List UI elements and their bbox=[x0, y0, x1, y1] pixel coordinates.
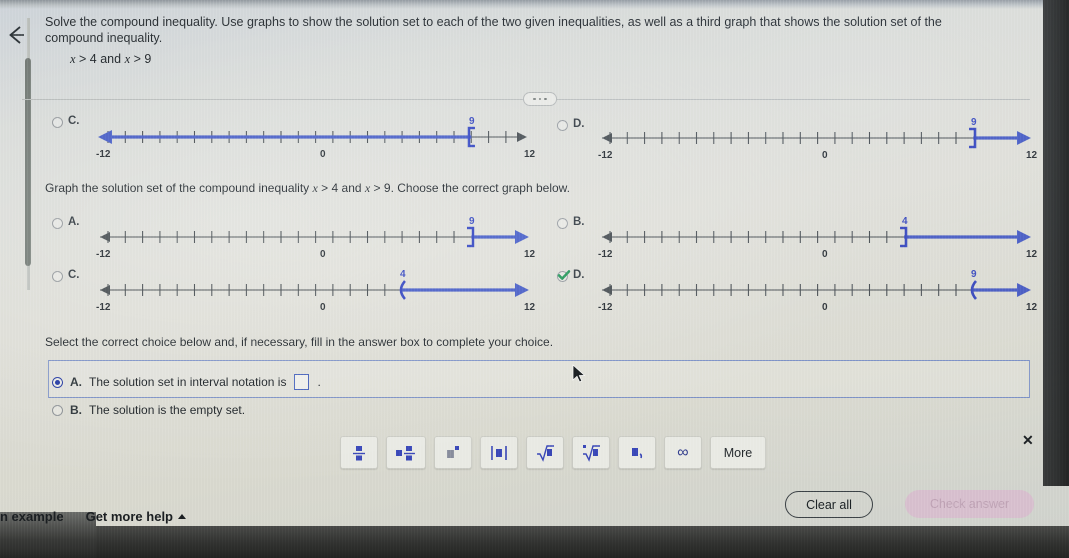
caret-up-icon bbox=[178, 514, 187, 519]
screen: Solve the compound inequality. Use graph… bbox=[0, 0, 1069, 558]
exponent-icon[interactable] bbox=[434, 436, 472, 469]
answer-c-right-label: 12 bbox=[524, 302, 536, 313]
answer-label-c: C. bbox=[68, 269, 80, 281]
top-graph-d-right-label: 12 bbox=[1026, 150, 1038, 161]
top-graph-label-c: C. bbox=[68, 115, 80, 127]
answer-label-a: A. bbox=[68, 216, 80, 228]
given-inequality: x > 4 and x > 9 bbox=[70, 52, 151, 67]
choice-instruction: Select the correct choice below and, if … bbox=[45, 335, 554, 349]
answer-d-point-label: 9 bbox=[971, 269, 977, 280]
answer-c-point-label: 4 bbox=[400, 269, 406, 280]
comma-list-icon[interactable] bbox=[618, 436, 656, 469]
answer-b-point-label: 4 bbox=[902, 216, 908, 227]
choice-a-letter: A. bbox=[70, 375, 82, 389]
answer-d-zero-label: 0 bbox=[822, 302, 828, 313]
top-graph-d-left-label: -12 bbox=[598, 150, 613, 161]
ellipsis-dot bbox=[544, 97, 547, 101]
top-graph-c-zero-label: 0 bbox=[320, 149, 326, 160]
top-graph-d-point-label: 9 bbox=[971, 117, 977, 128]
answer-b-right-label: 12 bbox=[1026, 249, 1038, 260]
mixed-number-icon[interactable] bbox=[386, 436, 426, 469]
interval-notation-input[interactable] bbox=[294, 374, 310, 390]
screen-right-bezel bbox=[1043, 0, 1069, 486]
choice-row-b[interactable]: B. The solution is the empty set. bbox=[52, 403, 245, 417]
ellipsis-dot bbox=[538, 97, 542, 101]
get-more-help-label: Get more help bbox=[85, 509, 174, 524]
radio-answer-d[interactable] bbox=[557, 271, 568, 282]
answer-c-zero-label: 0 bbox=[320, 302, 326, 313]
answer-c-left-label: -12 bbox=[96, 302, 111, 313]
radio-top-d[interactable] bbox=[557, 120, 568, 131]
back-arrow-icon[interactable] bbox=[4, 22, 30, 48]
choice-a-period: . bbox=[317, 375, 321, 389]
answer-a-zero-label: 0 bbox=[320, 249, 326, 260]
check-answer-button[interactable]: Check answer bbox=[905, 490, 1034, 518]
top-graph-c-left-label: -12 bbox=[96, 149, 111, 160]
top-graph-c-right-label: 12 bbox=[524, 149, 536, 160]
number-line-answer-b bbox=[592, 220, 1039, 250]
top-edge-shadow bbox=[0, 0, 1069, 9]
top-graph-label-d: D. bbox=[573, 118, 585, 130]
answer-a-right-label: 12 bbox=[524, 249, 536, 260]
infinity-icon[interactable]: ∞ bbox=[664, 436, 702, 469]
choice-row-a[interactable]: A. The solution set in interval notation… bbox=[52, 374, 321, 390]
subquestion-text: Graph the solution set of the compound i… bbox=[45, 181, 570, 196]
fraction-icon[interactable] bbox=[340, 436, 378, 469]
subquestion-mid-1: > 4 and bbox=[317, 181, 365, 195]
answer-d-left-label: -12 bbox=[598, 302, 613, 313]
more-button[interactable]: More bbox=[710, 436, 766, 469]
get-more-help-link[interactable]: Get more help bbox=[85, 509, 187, 524]
inequality-text-1: > 4 and bbox=[75, 52, 125, 66]
content-area: Solve the compound inequality. Use graph… bbox=[0, 0, 1045, 486]
ellipsis-dot bbox=[533, 97, 536, 101]
radio-choice-a[interactable] bbox=[52, 376, 63, 388]
subquestion-part-2: . Choose the correct graph below. bbox=[390, 181, 571, 195]
nth-root-icon[interactable] bbox=[572, 436, 610, 469]
answer-label-d: D. bbox=[573, 269, 585, 281]
answer-a-left-label: -12 bbox=[96, 249, 111, 260]
answer-a-point-label: 9 bbox=[469, 216, 475, 227]
answer-b-zero-label: 0 bbox=[822, 249, 828, 260]
collapse-toggle[interactable] bbox=[523, 92, 557, 106]
choice-b-letter: B. bbox=[70, 403, 82, 417]
absolute-value-icon[interactable] bbox=[480, 436, 518, 469]
radio-answer-b[interactable] bbox=[557, 218, 568, 229]
subquestion-mid-2: > 9 bbox=[370, 181, 391, 195]
page-title: Solve the compound inequality. Use graph… bbox=[45, 15, 942, 45]
clear-all-button[interactable]: Clear all bbox=[785, 491, 873, 518]
answer-label-b: B. bbox=[573, 216, 585, 228]
top-graph-c-point-label: 9 bbox=[469, 116, 475, 127]
view-example-link[interactable]: n example bbox=[0, 509, 64, 524]
radio-top-c[interactable] bbox=[52, 117, 63, 128]
choice-a-text: The solution set in interval notation is bbox=[89, 375, 287, 389]
choice-b-text: The solution is the empty set. bbox=[89, 403, 246, 417]
close-icon[interactable]: ✕ bbox=[1022, 432, 1034, 449]
screen-bottom-bezel bbox=[0, 526, 1069, 558]
subquestion-part-1: Graph the solution set of the compound i… bbox=[45, 181, 313, 195]
radio-choice-b[interactable] bbox=[52, 404, 63, 416]
answer-d-right-label: 12 bbox=[1026, 302, 1038, 313]
footer-links: n example Get more help bbox=[0, 509, 187, 524]
radio-answer-a[interactable] bbox=[52, 218, 63, 229]
inequality-text-2: > 9 bbox=[130, 52, 152, 66]
number-line-answer-c bbox=[90, 273, 537, 303]
radio-answer-c[interactable] bbox=[52, 271, 63, 282]
answer-b-left-label: -12 bbox=[598, 249, 613, 260]
math-palette-toolbar: ∞ More bbox=[340, 436, 766, 469]
top-graph-d-zero-label: 0 bbox=[822, 150, 828, 161]
square-root-icon[interactable] bbox=[526, 436, 564, 469]
